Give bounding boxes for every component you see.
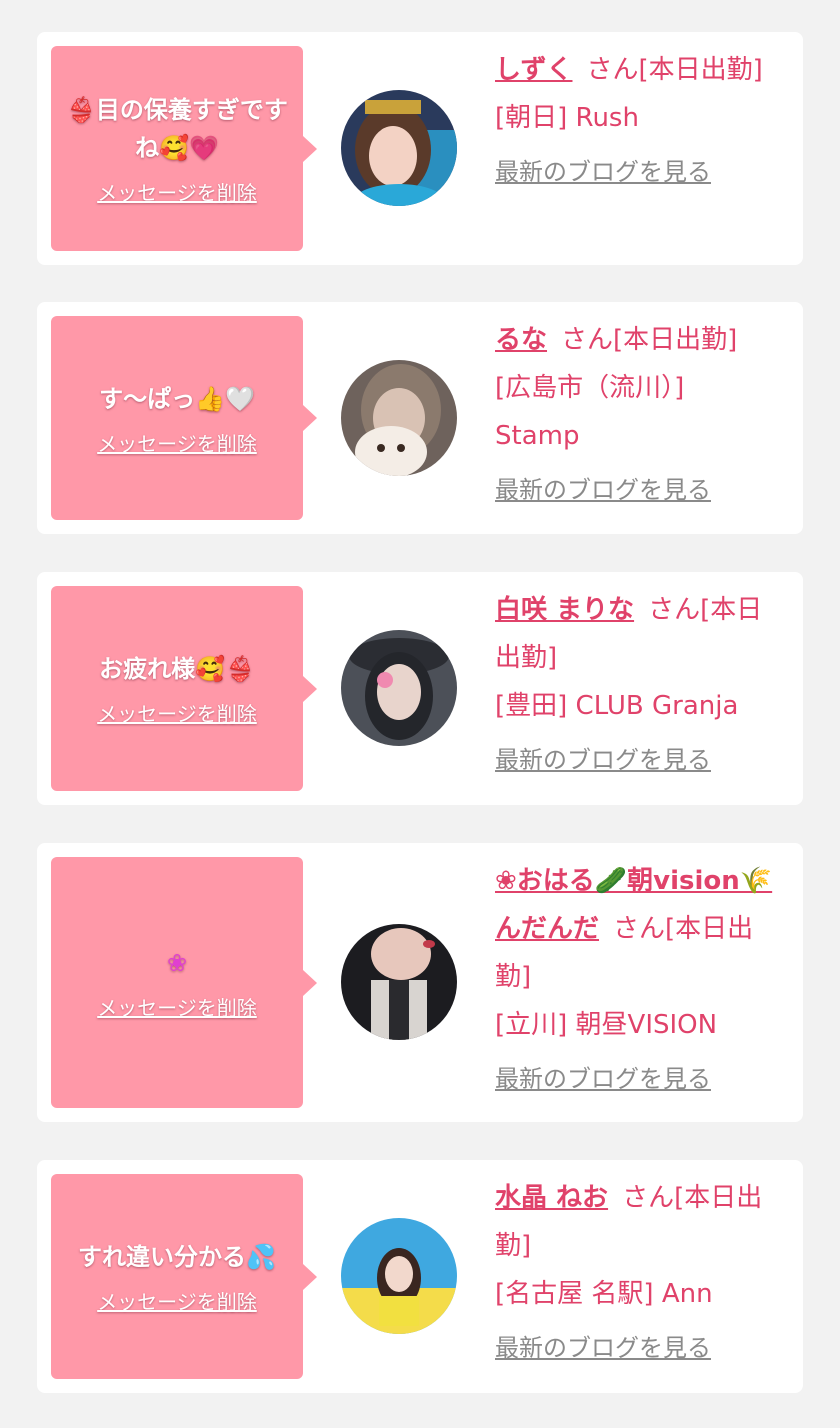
- cast-name-link[interactable]: しずく: [495, 55, 572, 85]
- delete-message-link[interactable]: メッセージを削除: [97, 428, 257, 457]
- cast-info: るな さん[本日出勤] [広島市（流川）] Stamp 最新のブログを見る: [495, 316, 773, 514]
- avatar[interactable]: [341, 90, 457, 206]
- message-text: ❀: [166, 949, 188, 977]
- message-text: お疲れ様🥰👙: [99, 655, 255, 683]
- message-card: すれ違い分かる💦 メッセージを削除 水晶 ねお さん[本日出勤] [名古屋 名駅]…: [37, 1160, 803, 1393]
- delete-message-link[interactable]: メッセージを削除: [97, 698, 257, 727]
- cast-info: ❀おはる🥒朝vision🌾んだんだ さん[本日出勤] [立川] 朝昼VISION …: [495, 857, 773, 1103]
- status-label: さん[本日出勤]: [586, 55, 763, 85]
- message-bubble: すれ違い分かる💦 メッセージを削除: [51, 1174, 317, 1379]
- avatar-photo: [341, 924, 457, 1040]
- avatar[interactable]: [341, 924, 457, 1040]
- status-label: さん[本日出勤]: [561, 325, 738, 355]
- cast-name-link[interactable]: 水晶 ねお: [495, 1183, 608, 1213]
- message-card: お疲れ様🥰👙 メッセージを削除 白咲 まりな さん[本日出勤] [豊田] CLUB…: [37, 572, 803, 805]
- delete-message-link[interactable]: メッセージを削除: [97, 1286, 257, 1315]
- avatar-photo: [341, 1218, 457, 1334]
- avatar[interactable]: [341, 1218, 457, 1334]
- delete-message-link[interactable]: メッセージを削除: [97, 177, 257, 206]
- cast-info: 水晶 ねお さん[本日出勤] [名古屋 名駅] Ann 最新のブログを見る: [495, 1174, 773, 1372]
- avatar-photo: [341, 630, 457, 746]
- message-text: す〜ぱっ👍🤍: [99, 384, 255, 413]
- delete-message-link[interactable]: メッセージを削除: [97, 992, 257, 1021]
- message-card: ❀ メッセージを削除 ❀おはる🥒朝vision🌾んだんだ さん[本日出勤] [立川…: [37, 843, 803, 1122]
- avatar[interactable]: [341, 360, 457, 476]
- shop-label: [名古屋 名駅] Ann: [495, 1279, 713, 1309]
- avatar-photo: [341, 360, 457, 476]
- cast-info: 白咲 まりな さん[本日出勤] [豊田] CLUB Granja 最新のブログを見…: [495, 586, 773, 784]
- latest-blog-link[interactable]: 最新のブログを見る: [495, 148, 773, 196]
- message-bubble: 👙目の保養すぎですね🥰💗 メッセージを削除: [51, 46, 317, 251]
- cast-name-link[interactable]: 白咲 まりな: [495, 595, 634, 625]
- cast-name-link[interactable]: るな: [495, 325, 547, 355]
- latest-blog-link[interactable]: 最新のブログを見る: [495, 736, 773, 784]
- shop-label: [朝日] Rush: [495, 103, 639, 133]
- shop-label: [豊田] CLUB Granja: [495, 691, 739, 721]
- message-card: す〜ぱっ👍🤍 メッセージを削除 るな さん[本日出勤] [広島市（流川）] Sta…: [37, 302, 803, 534]
- message-card: 👙目の保養すぎですね🥰💗 メッセージを削除 しずく さん[本日出勤] [朝日] R…: [37, 32, 803, 265]
- message-bubble: ❀ メッセージを削除: [51, 857, 317, 1108]
- shop-label: [広島市（流川）] Stamp: [495, 373, 685, 451]
- avatar[interactable]: [341, 630, 457, 746]
- latest-blog-link[interactable]: 最新のブログを見る: [495, 466, 773, 514]
- message-text: すれ違い分かる💦: [78, 1243, 276, 1271]
- cast-info: しずく さん[本日出勤] [朝日] Rush 最新のブログを見る: [495, 46, 773, 196]
- latest-blog-link[interactable]: 最新のブログを見る: [495, 1324, 773, 1372]
- latest-blog-link[interactable]: 最新のブログを見る: [495, 1055, 773, 1103]
- shop-label: [立川] 朝昼VISION: [495, 1010, 718, 1040]
- message-bubble: す〜ぱっ👍🤍 メッセージを削除: [51, 316, 317, 520]
- message-bubble: お疲れ様🥰👙 メッセージを削除: [51, 586, 317, 791]
- avatar-photo: [341, 90, 457, 206]
- message-text: 👙目の保養すぎですね🥰💗: [66, 96, 288, 162]
